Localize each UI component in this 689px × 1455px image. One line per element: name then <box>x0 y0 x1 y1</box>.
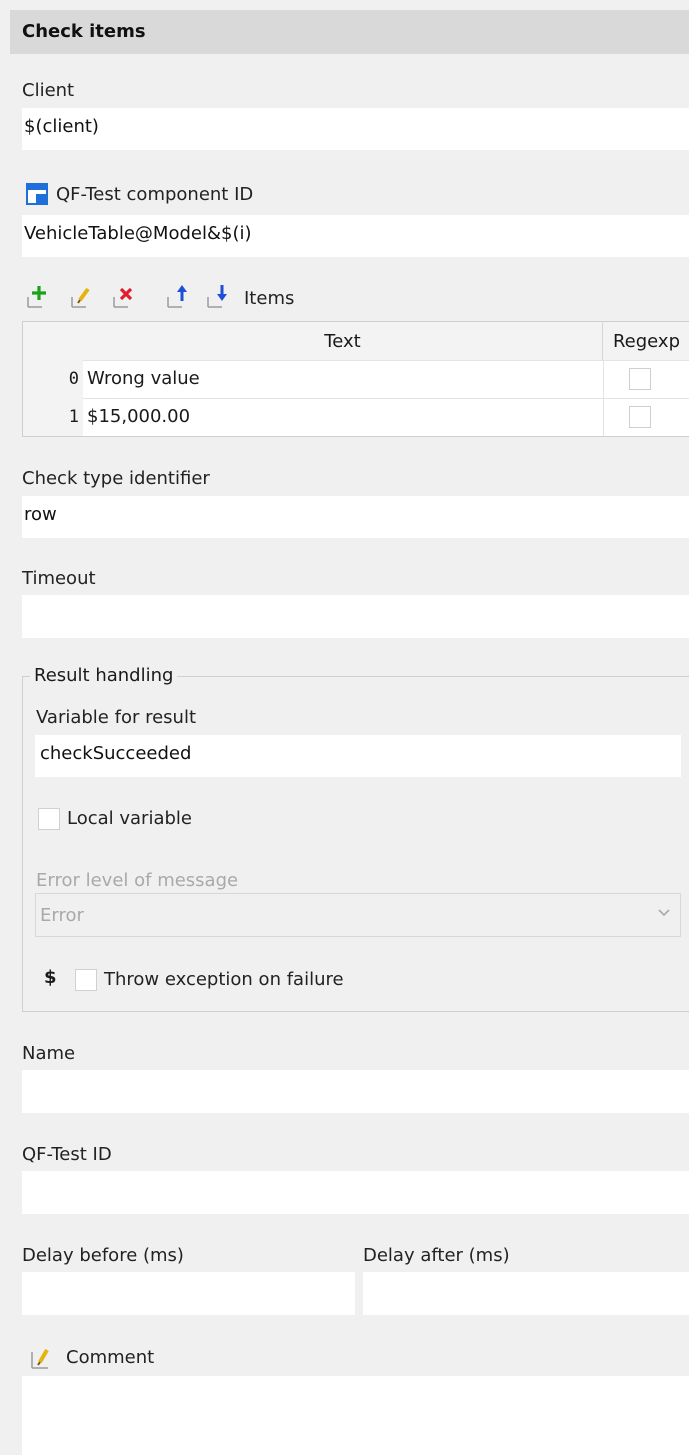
error-level-select[interactable]: Error <box>35 893 681 937</box>
items-label: Items <box>244 288 295 309</box>
name-field[interactable] <box>22 1070 689 1113</box>
timeout-field[interactable] <box>22 595 689 638</box>
chevron-down-icon <box>658 909 670 917</box>
delay-before-field[interactable] <box>22 1272 355 1315</box>
window-component-icon <box>26 183 48 205</box>
name-label: Name <box>22 1043 76 1064</box>
result-handling-title: Result handling <box>30 665 178 686</box>
panel-title: Check items <box>10 10 689 54</box>
error-level-label: Error level of message <box>36 870 239 891</box>
qftest-id-field[interactable] <box>22 1171 689 1214</box>
column-header-text[interactable]: Text <box>83 322 603 360</box>
variable-for-result-field[interactable]: checkSucceeded <box>35 735 681 777</box>
check-type-label: Check type identifier <box>22 468 210 489</box>
row-regexp-checkbox[interactable] <box>629 368 651 390</box>
client-field[interactable]: $(client) <box>22 108 689 150</box>
throw-exception-checkbox[interactable] <box>75 969 97 991</box>
component-id-label: QF-Test component ID <box>56 184 254 205</box>
local-variable-label: Local variable <box>67 808 192 829</box>
delay-after-field[interactable] <box>363 1272 689 1315</box>
move-up-icon[interactable] <box>166 281 194 309</box>
component-id-field[interactable]: VehicleTable@Model&$(i) <box>22 215 689 257</box>
column-divider <box>603 360 604 436</box>
client-label: Client <box>22 80 75 101</box>
error-level-value: Error <box>40 905 84 926</box>
add-row-icon[interactable] <box>26 281 54 309</box>
delay-before-label: Delay before (ms) <box>22 1245 184 1266</box>
timeout-label: Timeout <box>22 568 96 589</box>
edit-comment-icon <box>31 1348 49 1369</box>
qftest-id-label: QF-Test ID <box>22 1144 112 1165</box>
local-variable-checkbox[interactable] <box>38 808 60 830</box>
edit-row-icon[interactable] <box>70 281 98 309</box>
comment-label: Comment <box>66 1347 155 1368</box>
comment-field[interactable] <box>22 1376 689 1455</box>
variable-for-result-label: Variable for result <box>36 707 196 728</box>
throw-exception-label: Throw exception on failure <box>104 969 344 990</box>
items-table: Text Regexp 0 Wrong value 1 $15,000.00 <box>22 321 689 437</box>
row-regexp-checkbox[interactable] <box>629 406 651 428</box>
delete-row-icon[interactable] <box>112 281 140 309</box>
dollar-variable-icon[interactable]: $ <box>44 967 57 988</box>
check-type-field[interactable]: row <box>22 496 689 538</box>
check-items-panel: Check items Client $(client) QF-Test com… <box>0 0 689 1455</box>
move-down-icon[interactable] <box>206 281 234 309</box>
row-number: 0 <box>68 369 79 389</box>
row-number: 1 <box>68 407 79 427</box>
row-text-cell[interactable]: $15,000.00 <box>87 406 190 427</box>
row-text-cell[interactable]: Wrong value <box>87 368 200 389</box>
column-header-regexp[interactable]: Regexp <box>603 322 689 360</box>
delay-after-label: Delay after (ms) <box>363 1245 510 1266</box>
